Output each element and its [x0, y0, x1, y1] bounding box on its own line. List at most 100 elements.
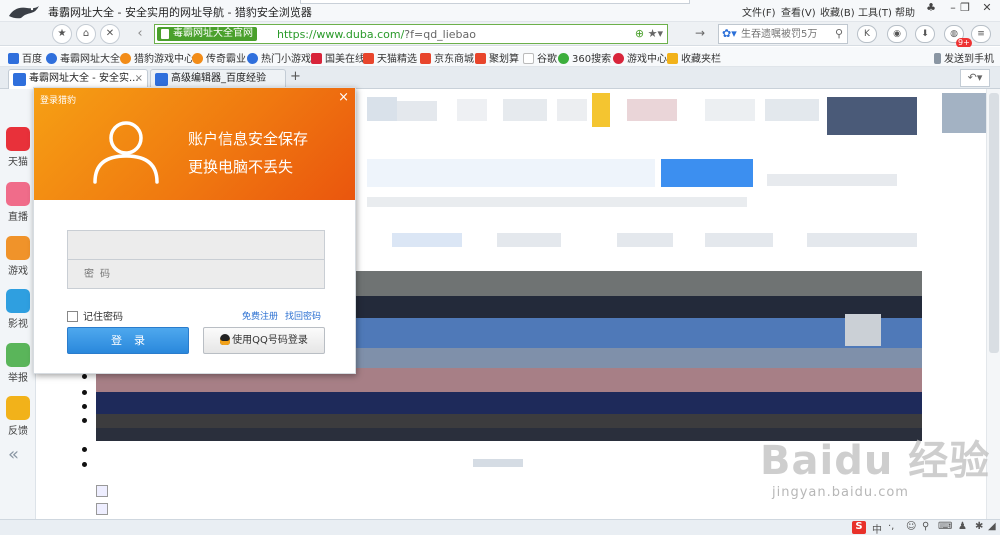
list-bullet: [82, 447, 87, 452]
favorite-star-icon[interactable]: ★: [52, 24, 72, 44]
bookmark-item[interactable]: 热门小游戏: [247, 50, 311, 65]
search-input[interactable]: [741, 26, 831, 42]
shield-icon[interactable]: ◉: [887, 25, 907, 43]
blurred-flame: [592, 93, 610, 127]
sidebar-item-feedback[interactable]: 反馈: [4, 396, 32, 437]
new-tab-icon[interactable]: +: [290, 69, 301, 84]
address-actions-icon[interactable]: ⊕ ★▾: [635, 27, 663, 40]
menu-favorites[interactable]: 收藏(B): [820, 4, 855, 19]
user-avatar-icon: [90, 116, 162, 186]
sidebar-item-live[interactable]: 直播: [4, 182, 32, 223]
password-input[interactable]: [68, 260, 324, 288]
login-button[interactable]: 登录: [67, 327, 189, 354]
url-text[interactable]: https://www.duba.com/?f=qd_liebao: [277, 28, 476, 41]
punctuation-icon[interactable]: ·,: [888, 521, 894, 532]
cheetah-logo-icon: [5, 2, 43, 22]
close-icon[interactable]: ×: [338, 90, 349, 105]
bookmark-item[interactable]: 猎豹游戏中心: [120, 50, 194, 65]
ime-mode-label[interactable]: 中: [872, 521, 882, 535]
menu-tools[interactable]: 工具(T): [858, 4, 892, 19]
blurred-search-field: [367, 159, 655, 187]
sogou-ime-icon[interactable]: S: [852, 521, 866, 534]
bookmark-item[interactable]: 传奇霸业: [192, 50, 246, 65]
remember-password[interactable]: 记住密码: [67, 308, 123, 323]
blurred-band: [96, 392, 922, 414]
login-dialog-title: 登录猎豹: [40, 96, 77, 106]
microphone-icon[interactable]: ⚲: [922, 521, 929, 532]
blurred-banner: [827, 97, 917, 135]
bookmark-item[interactable]: 谷歌: [523, 50, 557, 65]
window-title: 毒霸网址大全 - 安全实用的网址导航 - 猎豹安全浏览器: [48, 6, 312, 19]
phone-icon: [934, 53, 941, 64]
blurred-link: [807, 233, 917, 247]
blurred-image: [845, 314, 881, 346]
skin-icon[interactable]: ♣: [920, 0, 942, 18]
blurred-block: [397, 101, 437, 121]
sidebar-item-video[interactable]: 影视: [4, 289, 32, 330]
close-window-icon[interactable]: ✕: [976, 0, 998, 18]
bookmark-item[interactable]: 国美在线: [311, 50, 365, 65]
qq-login-button[interactable]: 使用QQ号码登录: [203, 327, 325, 354]
bookmark-folder[interactable]: 收藏夹栏: [667, 50, 721, 65]
bookmark-item[interactable]: 360搜索: [558, 50, 611, 65]
tab-close-icon[interactable]: ×: [135, 70, 143, 88]
collapse-sidebar-icon[interactable]: «: [8, 444, 19, 465]
broken-image-icon: [96, 485, 108, 497]
tab-baidu-editor[interactable]: 高级编辑器_百度经验: [150, 69, 286, 89]
address-bar[interactable]: 毒霸网址大全官网 https://www.duba.com/?f=qd_lieb…: [154, 24, 668, 44]
baidu-paw-icon: ✿▾: [722, 27, 737, 40]
list-bullet: [82, 404, 87, 409]
juhuasuan-icon: [475, 53, 486, 64]
bookmark-item[interactable]: 聚划算: [475, 50, 519, 65]
sidebar-item-report[interactable]: 举报: [4, 343, 32, 384]
login-slogan-line2: 更换电脑不丢失: [188, 158, 294, 176]
bookmark-item[interactable]: 毒霸网址大全: [46, 50, 120, 65]
keyboard-icon[interactable]: ⌨: [938, 521, 952, 532]
search-icon[interactable]: ⚲: [835, 27, 843, 40]
restore-icon[interactable]: ❐: [955, 0, 975, 18]
bookmark-item[interactable]: 天猫精选: [363, 50, 417, 65]
remember-checkbox[interactable]: [67, 311, 78, 322]
blurred-block: [627, 99, 677, 121]
bookmark-item[interactable]: 百度: [8, 50, 42, 65]
blurred-link: [497, 233, 561, 247]
bookmarks-bar: 百度 毒霸网址大全 猎豹游戏中心 传奇霸业 热门小游戏 国美在线 天猫精选 京东…: [0, 47, 1000, 67]
undo-close-icon[interactable]: ↶▾: [960, 69, 990, 87]
back-arrow-icon[interactable]: ‹: [128, 24, 152, 44]
search-box[interactable]: ✿▾ ⚲: [718, 24, 848, 44]
home-icon[interactable]: ⌂: [76, 24, 96, 44]
menu-view[interactable]: 查看(V): [781, 4, 816, 19]
blurred-block: [765, 99, 819, 121]
sidebar-item-games[interactable]: 游戏: [4, 236, 32, 277]
tools-icon[interactable]: ✱: [975, 521, 983, 532]
broken-image-icon: [96, 503, 108, 515]
jd-icon: [420, 53, 431, 64]
main-menu-icon[interactable]: ≡: [971, 25, 991, 43]
account-k-icon[interactable]: K: [857, 25, 877, 43]
login-header: 登录猎豹 × 账户信息安全保存 更换电脑不丢失: [34, 88, 355, 200]
tab-duba[interactable]: 毒霸网址大全 - 安全实... ×: [8, 69, 148, 89]
stop-icon[interactable]: ✕: [100, 24, 120, 44]
title-search-edge: [300, 0, 690, 4]
blurred-search-button: [661, 159, 753, 187]
username-input[interactable]: [68, 231, 324, 259]
emoji-icon[interactable]: ☺: [906, 521, 916, 532]
user-icon[interactable]: ♟: [958, 521, 967, 532]
gamepad-icon: [6, 236, 30, 260]
send-to-phone[interactable]: 发送到手机: [934, 50, 994, 65]
go-arrow-icon[interactable]: →: [695, 26, 705, 40]
bookmark-item[interactable]: 京东商城: [420, 50, 474, 65]
forgot-password-link[interactable]: 找回密码: [285, 309, 321, 322]
menu-help[interactable]: 帮助: [895, 4, 915, 19]
register-link[interactable]: 免费注册: [242, 309, 278, 322]
bookmark-item[interactable]: 游戏中心: [613, 50, 667, 65]
username-field[interactable]: [67, 230, 325, 260]
resize-grip-icon[interactable]: ◢: [988, 521, 996, 532]
scrollbar-thumb[interactable]: [989, 93, 999, 353]
password-field[interactable]: [67, 259, 325, 289]
download-icon[interactable]: ⬇: [915, 25, 935, 43]
secure-site-badge[interactable]: 毒霸网址大全官网: [157, 27, 257, 41]
list-bullet: [82, 374, 87, 379]
sidebar-item-tmall[interactable]: 天猫: [4, 127, 32, 168]
menu-file[interactable]: 文件(F): [742, 4, 776, 19]
